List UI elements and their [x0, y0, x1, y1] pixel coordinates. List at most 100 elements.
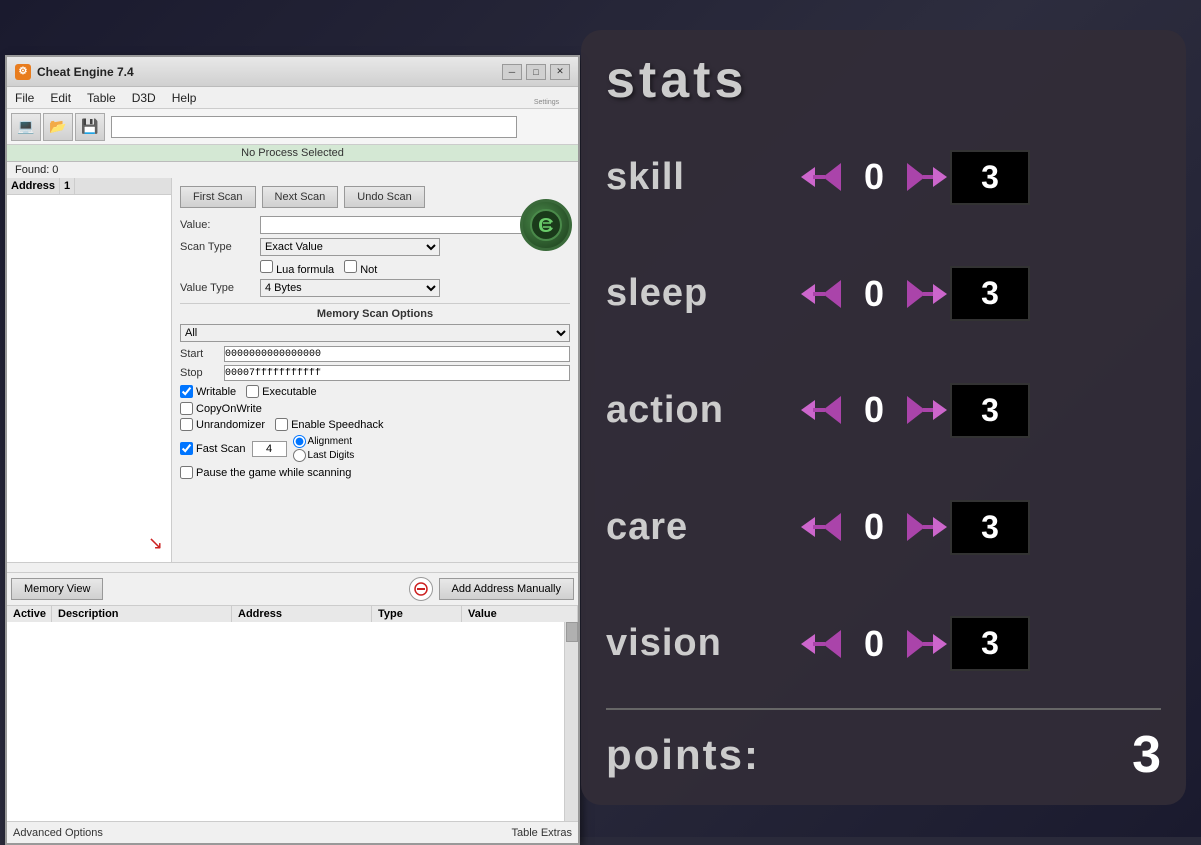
copy-on-write-checkbox[interactable] — [180, 402, 193, 415]
stop-label: Stop — [180, 367, 220, 379]
menubar: File Edit Table D3D Help — [7, 87, 578, 109]
stat-controls-action: 0 3 — [806, 383, 1161, 438]
speedhack-checkbox[interactable] — [275, 418, 288, 431]
alignment-group: Alignment Last Digits — [293, 435, 355, 462]
red-arrow-area: ↘ — [7, 525, 171, 562]
first-scan-button[interactable]: First Scan — [180, 186, 256, 208]
scan-type-select[interactable]: Exact Value Bigger than... Smaller than.… — [260, 238, 440, 256]
table-header: Active Description Address Type Value — [7, 606, 578, 623]
not-checkbox[interactable] — [344, 260, 357, 273]
scan-type-label: Scan Type — [180, 241, 260, 253]
toolbar: 💻 📂 💾 Settings — [7, 109, 578, 145]
stat-name-action: action — [606, 389, 806, 432]
writable-checkbox[interactable] — [180, 385, 193, 398]
points-label: points: — [606, 731, 760, 779]
memory-type-select[interactable]: All MEM_PRIVATE MEM_IMAGE MEM_MAPPED — [180, 324, 570, 342]
th-address: Address — [232, 606, 372, 622]
last-digits-radio[interactable] — [293, 449, 306, 462]
add-address-button[interactable]: Add Address Manually — [439, 578, 574, 600]
care-decrease-button[interactable] — [806, 513, 841, 541]
main-area: Address 1 ↘ First Scan Next Scan Undo Sc… — [7, 178, 578, 563]
fast-scan-checkbox[interactable] — [180, 442, 193, 455]
titlebar: ⚙ Cheat Engine 7.4 ─ □ ✕ — [7, 57, 578, 87]
unrandomizer-checkbox[interactable] — [180, 418, 193, 431]
menu-help[interactable]: Help — [164, 89, 205, 107]
toolbar-save-btn[interactable]: 💾 — [75, 113, 105, 141]
close-button[interactable]: ✕ — [550, 64, 570, 80]
scrollbar[interactable] — [564, 622, 578, 821]
lua-formula-label: Lua formula — [260, 260, 334, 276]
start-input[interactable] — [224, 346, 570, 362]
stat-name-sleep: sleep — [606, 272, 806, 315]
address-list: Address 1 ↘ — [7, 178, 172, 562]
stat-value-skill: 0 — [849, 156, 899, 198]
toolbar-computer-btn[interactable]: 💻 — [11, 113, 41, 141]
points-value: 3 — [1132, 725, 1161, 785]
value-type-row: Value Type 4 Bytes 1 Byte 2 Bytes 8 Byte… — [180, 279, 570, 297]
stop-input[interactable] — [224, 365, 570, 381]
toolbar-open-btn[interactable]: 📂 — [43, 113, 73, 141]
menu-d3d[interactable]: D3D — [124, 89, 164, 107]
action-increase-button[interactable] — [907, 396, 942, 424]
lua-formula-checkbox[interactable] — [260, 260, 273, 273]
fast-scan-label: Fast Scan — [180, 442, 246, 455]
undo-scan-button[interactable]: Undo Scan — [344, 186, 424, 208]
cheat-engine-window: ⚙ Cheat Engine 7.4 ─ □ ✕ File Edit Table… — [5, 55, 580, 845]
alignment-label: Alignment — [293, 435, 355, 448]
stat-controls-care: 0 3 — [806, 500, 1161, 555]
start-label: Start — [180, 348, 220, 360]
next-scan-button[interactable]: Next Scan — [262, 186, 339, 208]
fast-scan-value-input[interactable] — [252, 441, 287, 457]
memory-view-button[interactable]: Memory View — [11, 578, 103, 600]
sleep-decrease-button[interactable] — [806, 280, 841, 308]
copy-on-write-label: CopyOnWrite — [180, 402, 570, 415]
stop-button[interactable] — [409, 577, 433, 601]
alignment-radio[interactable] — [293, 435, 306, 448]
stat-row-action: action 0 3 — [606, 358, 1161, 463]
address-list-body — [7, 195, 171, 525]
sleep-box: 3 — [950, 266, 1030, 321]
value-row: Value: Hex — [180, 216, 570, 234]
stat-row-skill: skill 0 3 — [606, 125, 1161, 230]
pause-game-checkbox[interactable] — [180, 466, 193, 479]
vision-decrease-button[interactable] — [806, 630, 841, 658]
speedhack-label: Enable Speedhack — [275, 418, 383, 431]
last-digits-label: Last Digits — [293, 449, 355, 462]
skill-box: 3 — [950, 150, 1030, 205]
menu-edit[interactable]: Edit — [42, 89, 79, 107]
window-controls: ─ □ ✕ — [502, 64, 570, 80]
menu-file[interactable]: File — [7, 89, 42, 107]
scan-buttons: First Scan Next Scan Undo Scan — [180, 186, 570, 208]
writable-label: Writable — [180, 385, 236, 398]
options-row-1: Writable Executable — [180, 385, 570, 398]
skill-decrease-button[interactable] — [806, 163, 841, 191]
minimize-button[interactable]: ─ — [502, 64, 522, 80]
executable-checkbox[interactable] — [246, 385, 259, 398]
stat-value-sleep: 0 — [849, 273, 899, 315]
process-bar[interactable] — [111, 116, 517, 138]
th-active: Active — [7, 606, 52, 622]
window-title: Cheat Engine 7.4 — [37, 65, 502, 79]
skill-increase-button[interactable] — [907, 163, 942, 191]
vision-box: 3 — [950, 616, 1030, 671]
maximize-button[interactable]: □ — [526, 64, 546, 80]
menu-table[interactable]: Table — [79, 89, 124, 107]
th-description: Description — [52, 606, 232, 622]
value-input[interactable] — [260, 216, 528, 234]
address-header: Address 1 — [7, 178, 171, 195]
stat-value-action: 0 — [849, 389, 899, 431]
care-increase-button[interactable] — [907, 513, 942, 541]
value-label: Value: — [180, 219, 260, 231]
action-decrease-button[interactable] — [806, 396, 841, 424]
stop-row: Stop — [180, 365, 570, 381]
vision-increase-button[interactable] — [907, 630, 942, 658]
stat-row-vision: vision 0 3 — [606, 591, 1161, 696]
scrollbar-thumb[interactable] — [566, 622, 578, 642]
stat-name-vision: vision — [606, 622, 806, 665]
stats-panel: stats skill 0 3 sleep — [581, 30, 1186, 805]
lua-not-row: Lua formula Not — [260, 260, 570, 276]
addr-col-1: 1 — [60, 178, 75, 194]
sleep-increase-button[interactable] — [907, 280, 942, 308]
red-arrow-icon: ↘ — [148, 533, 163, 554]
value-type-select[interactable]: 4 Bytes 1 Byte 2 Bytes 8 Bytes Float Dou… — [260, 279, 440, 297]
